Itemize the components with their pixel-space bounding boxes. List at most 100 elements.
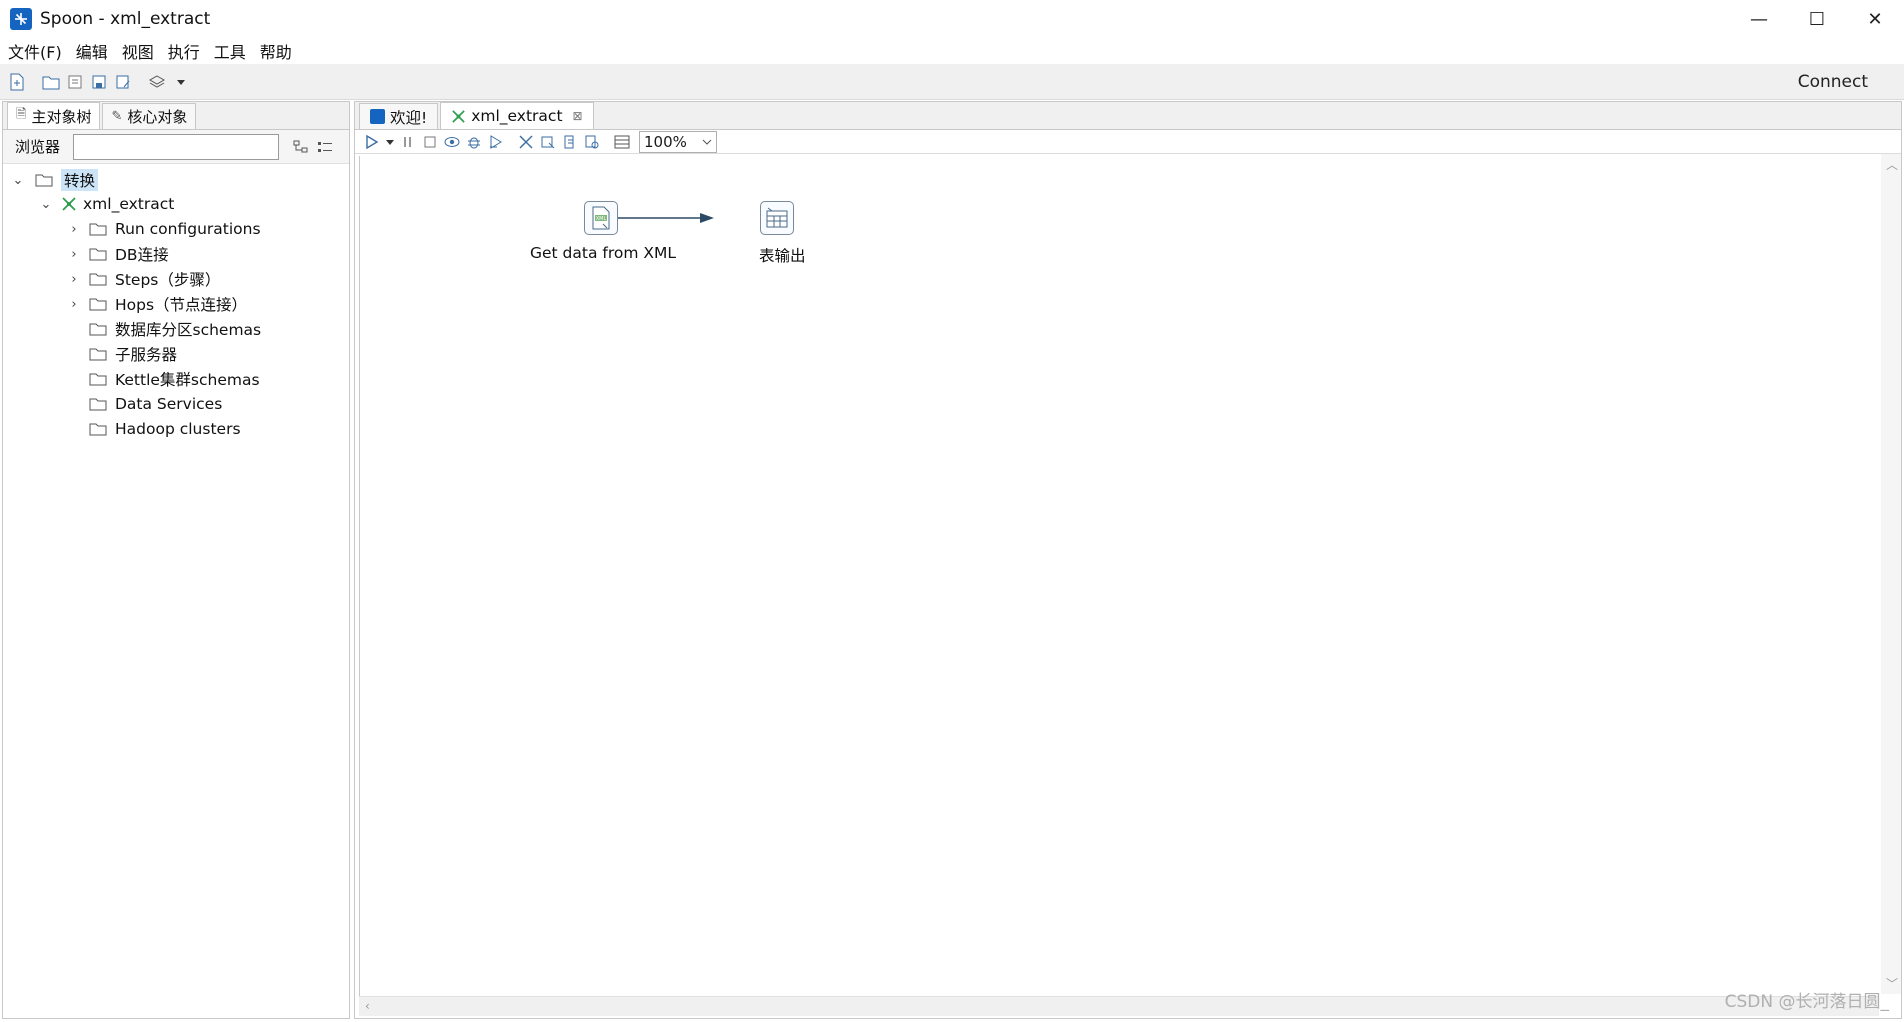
stop-icon[interactable] bbox=[419, 132, 441, 152]
debug-icon[interactable] bbox=[463, 132, 485, 152]
menu-edit[interactable]: 编辑 bbox=[76, 39, 108, 63]
window-title: Spoon - xml_extract bbox=[40, 9, 211, 29]
close-tab-icon[interactable]: ⊠ bbox=[573, 109, 583, 123]
preview-icon[interactable] bbox=[441, 132, 463, 152]
tree-item-cluster-schemas[interactable]: Kettle集群schemas bbox=[89, 367, 260, 391]
pause-icon[interactable] bbox=[397, 132, 419, 152]
expand-all-icon[interactable] bbox=[291, 137, 311, 157]
step-label: 表输出 bbox=[759, 247, 806, 265]
tree-item-label: 转换 bbox=[61, 169, 99, 191]
step-table-output[interactable] bbox=[760, 201, 794, 235]
tree-item-label: DB连接 bbox=[115, 246, 169, 264]
folder-icon bbox=[89, 273, 107, 285]
folder-icon bbox=[89, 348, 107, 360]
horizontal-scrollbar[interactable]: ‹ bbox=[359, 996, 1879, 1016]
tree-item-label: 子服务器 bbox=[115, 346, 178, 364]
tree-item-run-configurations[interactable]: › Run configurations bbox=[67, 217, 261, 241]
tree-item-label: Steps（步骤） bbox=[115, 271, 221, 289]
tree-item-label: Kettle集群schemas bbox=[115, 371, 260, 389]
spoon-app-icon bbox=[10, 8, 32, 30]
tree-item-data-services[interactable]: Data Services bbox=[89, 392, 222, 416]
scroll-up-icon[interactable]: ︿ bbox=[1886, 156, 1898, 173]
menu-bar: 文件(F) 编辑 视图 执行 工具 帮助 bbox=[0, 38, 1904, 64]
tab-main-object-tree-label: 主对象树 bbox=[31, 107, 92, 126]
folder-icon bbox=[89, 398, 107, 410]
impact-icon[interactable] bbox=[537, 132, 559, 152]
spoon-icon bbox=[370, 109, 385, 124]
tree-item-transformations[interactable]: ⌄ 转换 bbox=[11, 168, 99, 192]
tree-item-partition-schemas[interactable]: 数据库分区schemas bbox=[89, 317, 261, 341]
chevron-right-icon[interactable]: › bbox=[67, 272, 81, 287]
save-icon[interactable] bbox=[88, 71, 110, 93]
zoom-select[interactable]: 100% bbox=[639, 130, 717, 153]
open-file-icon[interactable] bbox=[40, 71, 62, 93]
explore-db-icon[interactable] bbox=[581, 132, 603, 152]
tree-item-label: Data Services bbox=[115, 395, 223, 413]
chevron-right-icon[interactable]: › bbox=[67, 222, 81, 237]
tree-item-hops[interactable]: › Hops（节点连接） bbox=[67, 292, 247, 316]
minimize-button[interactable]: — bbox=[1730, 0, 1788, 38]
close-button[interactable]: ✕ bbox=[1846, 0, 1904, 38]
tab-welcome[interactable]: 欢迎! bbox=[359, 103, 439, 129]
scroll-left-icon[interactable]: ‹ bbox=[365, 999, 370, 1013]
run-icon[interactable] bbox=[361, 132, 383, 152]
maximize-button[interactable]: ☐ bbox=[1788, 0, 1846, 38]
new-file-icon[interactable] bbox=[6, 71, 28, 93]
menu-tools[interactable]: 工具 bbox=[214, 39, 246, 63]
menu-run[interactable]: 执行 bbox=[168, 39, 200, 63]
xml-input-icon: XML bbox=[592, 206, 610, 230]
save-as-icon[interactable] bbox=[112, 71, 134, 93]
transformation-canvas[interactable]: XML Get data from XML 表输出 bbox=[359, 156, 1879, 996]
tab-main-object-tree[interactable]: 🗎 主对象树 bbox=[7, 102, 101, 129]
browser-label: 浏览器 bbox=[15, 138, 61, 156]
pencil-icon: ✎ bbox=[111, 109, 123, 124]
main-toolbar: Connect bbox=[0, 64, 1904, 100]
browser-search-input[interactable] bbox=[73, 133, 279, 160]
tree-item-label: Hadoop clusters bbox=[115, 420, 241, 438]
tab-xml-extract[interactable]: xml_extract ⊠ bbox=[440, 102, 594, 129]
watermark: CSDN @长河落日圆_ bbox=[1724, 992, 1889, 1012]
tab-core-objects[interactable]: ✎ 核心对象 bbox=[102, 103, 197, 129]
connect-button[interactable]: Connect bbox=[1798, 72, 1868, 92]
collapse-all-icon[interactable] bbox=[315, 137, 335, 157]
tree-item-hadoop-clusters[interactable]: Hadoop clusters bbox=[89, 417, 241, 441]
explore-repository-icon[interactable] bbox=[64, 71, 86, 93]
folder-icon bbox=[89, 373, 107, 385]
chevron-down-icon bbox=[702, 139, 712, 145]
tree-item-label: Run configurations bbox=[115, 220, 261, 238]
tree-item-db-connections[interactable]: › DB连接 bbox=[67, 242, 169, 266]
tree-item-label: Hops（节点连接） bbox=[115, 296, 248, 314]
tab-welcome-label: 欢迎! bbox=[390, 108, 428, 127]
verify-icon[interactable] bbox=[515, 132, 537, 152]
menu-help[interactable]: 帮助 bbox=[260, 39, 292, 63]
layers-dropdown-icon[interactable] bbox=[170, 71, 192, 93]
tab-xml-extract-label: xml_extract bbox=[471, 107, 563, 125]
tree-item-label: xml_extract bbox=[83, 195, 175, 213]
tree-item-steps[interactable]: › Steps（步骤） bbox=[67, 267, 220, 291]
tree-item-slave-servers[interactable]: 子服务器 bbox=[89, 342, 177, 366]
layers-icon[interactable] bbox=[146, 71, 168, 93]
chevron-right-icon[interactable]: › bbox=[67, 297, 81, 312]
show-results-icon[interactable] bbox=[611, 132, 633, 152]
chevron-down-icon[interactable]: ⌄ bbox=[11, 173, 25, 188]
folder-icon bbox=[89, 298, 107, 310]
menu-file[interactable]: 文件(F) bbox=[8, 39, 62, 63]
replay-icon[interactable] bbox=[485, 132, 507, 152]
menu-view[interactable]: 视图 bbox=[122, 39, 154, 63]
tree-item-xml-extract[interactable]: ⌄ xml_extract bbox=[39, 192, 175, 216]
folder-icon bbox=[89, 248, 107, 260]
run-dropdown-icon[interactable] bbox=[383, 132, 397, 152]
vertical-scrollbar[interactable]: ︿ ﹀ bbox=[1881, 154, 1901, 994]
chevron-down-icon[interactable]: ⌄ bbox=[39, 197, 53, 212]
svg-text:XML: XML bbox=[596, 216, 607, 222]
zoom-value: 100% bbox=[644, 132, 687, 151]
folder-icon bbox=[35, 174, 53, 186]
right-panel: 欢迎! xml_extract ⊠ 100% XML Get data from… bbox=[354, 101, 1902, 1019]
document-icon: 🗎 bbox=[16, 107, 27, 122]
step-get-data-from-xml[interactable]: XML bbox=[584, 201, 618, 235]
sql-icon[interactable] bbox=[559, 132, 581, 152]
folder-icon bbox=[89, 323, 107, 335]
table-output-icon bbox=[766, 207, 788, 228]
chevron-right-icon[interactable]: › bbox=[67, 247, 81, 262]
step-label: Get data from XML bbox=[530, 244, 677, 262]
